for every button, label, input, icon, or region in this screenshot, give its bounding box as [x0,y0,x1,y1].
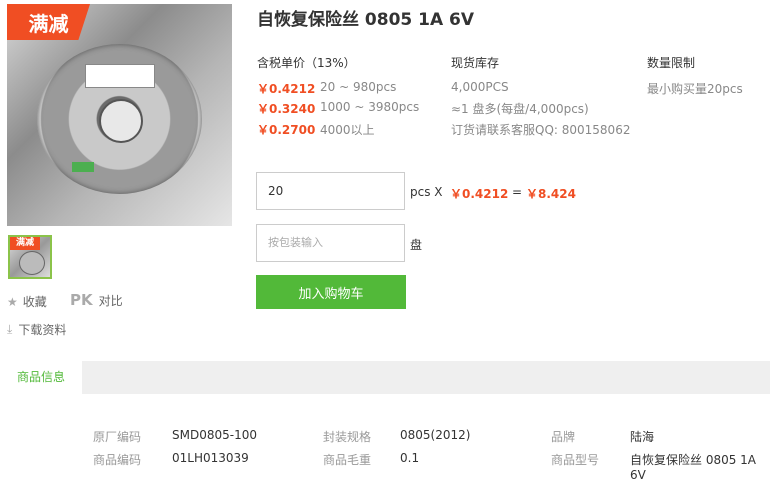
stock-contact: 订货请联系客服QQ: 800158062 [451,123,631,137]
thumb-discount-badge: 满减 [10,237,40,250]
favorite-link[interactable]: ★ 收藏 [7,293,47,310]
spec-label: 商品型号 [551,453,600,467]
product-title: 自恢复保险丝 0805 1A 6V [257,10,475,30]
unit-price: ￥0.4212 [450,187,509,201]
tier-range: 20 ~ 980pcs [320,80,397,94]
reel-hub [99,99,143,143]
spec-value: 自恢复保险丝 0805 1A 6V [630,453,757,482]
spec-value: 0.1 [400,451,420,465]
add-to-cart-button[interactable]: 加入购物车 [256,275,406,309]
limit-header: 数量限制 [647,56,696,70]
reel-green-tag [72,162,94,172]
download-link[interactable]: ⤓ 下载资料 [7,321,66,338]
favorite-label: 收藏 [22,295,47,309]
spec-label: 封装规格 [323,430,372,444]
min-purchase: 最小购买量20pcs [647,82,743,96]
tier-range: 4000以上 [320,123,375,137]
reel-graphic [37,44,202,194]
star-icon: ★ [7,294,18,309]
spec-label: 商品编码 [93,453,142,467]
compare-label: 对比 [98,293,123,308]
tab-bar [0,361,770,394]
discount-badge: 满减 [7,4,90,40]
tier-price: ￥0.4212 [257,82,316,96]
spec-value: 01LH013039 [172,451,249,465]
compare-link[interactable]: PK 对比 [70,291,123,309]
stock-header: 现货库存 [451,56,500,70]
quantity-input[interactable]: 20 [256,172,405,210]
total-price: ￥8.424 [526,187,576,201]
package-input[interactable]: 按包装输入 [256,224,405,262]
spec-value: SMD0805-100 [172,428,257,442]
quantity-unit: pcs X [410,185,443,199]
tier-price: ￥0.2700 [257,123,316,137]
spec-label: 原厂编码 [93,430,142,444]
spec-value: 陆海 [630,430,655,444]
tier-range: 1000 ~ 3980pcs [320,100,420,114]
pk-icon: PK [70,291,93,309]
thumb-reel-graphic [19,251,45,275]
tier-price: ￥0.3240 [257,102,316,116]
download-label: 下载资料 [18,323,67,337]
download-icon: ⤓ [7,322,13,336]
spec-label: 商品毛重 [323,453,372,467]
stock-quantity: 4,000PCS [451,80,509,94]
equals-sign: = [512,185,523,199]
package-unit: 盘 [410,238,423,252]
tab-product-info[interactable]: 商品信息 [0,361,82,394]
spec-label: 品牌 [551,430,576,444]
product-thumbnail[interactable]: 满减 [8,235,52,279]
stock-reels: ≈1 盘多(每盘/4,000pcs) [451,102,589,116]
price-header: 含税单价（13%） [257,56,356,70]
reel-label [85,64,155,88]
spec-value: 0805(2012) [400,428,471,442]
